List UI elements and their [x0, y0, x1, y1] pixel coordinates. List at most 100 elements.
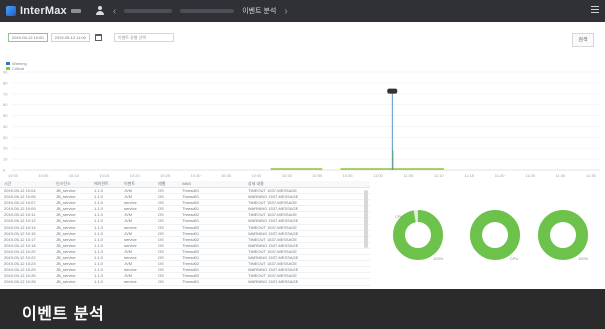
breadcrumb-item-2[interactable]	[180, 9, 235, 13]
logo-mark-icon	[6, 6, 16, 16]
x-tick-label: 10:25	[160, 173, 171, 178]
table-cell: OS	[158, 230, 164, 236]
table-cell: JB_service	[56, 224, 76, 230]
table-cell: TIMEOUT 1537-MESSAGE ...	[248, 273, 298, 279]
table-cell: WARNING 1537-MESSAGE ...	[248, 255, 298, 261]
y-tick-label: 0	[3, 168, 6, 173]
filter-bar: 2019-05-12 10:00 2019-05-12 11:00 이벤트 유형…	[8, 33, 174, 42]
table-cell: OS	[158, 212, 164, 218]
table-cell: Thread02	[182, 248, 200, 254]
donut-arc	[470, 210, 520, 260]
event-timeline-chart: Warning Critical 0 10 20 30 40 50 60 70 80 90 10:0…	[0, 60, 605, 180]
donut-arc	[393, 210, 443, 260]
table-cell: 2019-05-12 10:17	[4, 236, 36, 242]
table-scrollbar[interactable]	[364, 190, 368, 248]
calendar-icon[interactable]	[94, 34, 102, 41]
chevron-left-icon[interactable]: ‹	[113, 6, 116, 17]
table-cell: 1.1.0	[94, 236, 103, 242]
table-cell: 1.1.0	[94, 218, 103, 224]
x-tick-label: 11:20	[495, 173, 505, 178]
app-logo[interactable]: InterMax	[6, 5, 81, 17]
y-tick-label: 40	[3, 124, 8, 129]
chart-legend: Warning Critical	[6, 61, 27, 71]
column-header-level[interactable]: 레벨	[154, 181, 178, 187]
table-cell: Thread01	[182, 218, 200, 224]
table-cell: service	[124, 267, 137, 273]
column-header-event[interactable]: 이벤트	[120, 181, 154, 187]
table-cell: JB_service	[56, 206, 76, 212]
table-cell: service	[124, 242, 137, 248]
table-body: 2019-05-12 10:04 JB_service 1.1.0 JVM OS Thre…	[0, 188, 370, 286]
table-cell: Thread02	[182, 261, 200, 267]
table-cell: OS	[158, 248, 164, 254]
x-tick-label: 10:20	[130, 173, 141, 178]
breadcrumb-item-1[interactable]	[124, 9, 173, 13]
table-cell: WARNING 1537-MESSAGE ...	[248, 194, 298, 200]
table-cell: 2019-05-12 10:20	[4, 248, 36, 254]
table-row[interactable]: 2019-05-12 10:28 JB_service 1.1.0 service OS…	[0, 279, 370, 286]
table-cell: 1.1.0	[94, 230, 103, 236]
column-header-instance[interactable]: 인스턴스	[52, 181, 90, 187]
table-cell: 2019-05-12 10:07	[4, 200, 36, 206]
table-cell: 2019-05-12 10:28	[4, 279, 36, 285]
y-tick-label: 50	[3, 113, 8, 118]
event-table: 시간 인스턴스 에이전트 이벤트 레벨 WAS 상세 내용 2019-05-12…	[0, 181, 370, 289]
table-cell: JB_service	[56, 194, 76, 200]
table-cell: 2019-05-12 10:04	[4, 188, 36, 193]
table-cell: JVM	[124, 273, 132, 279]
chart-svg: 010203040506070809010:00 10:05 10:10 10:15 1…	[3, 70, 600, 178]
x-tick-label: 11:10	[434, 173, 444, 178]
table-cell: TIMEOUT 1537-MESSAGE ...	[248, 188, 298, 193]
search-button[interactable]: 검색	[572, 33, 594, 47]
column-header-time[interactable]: 시간	[0, 181, 52, 187]
table-cell: 1.1.0	[94, 267, 103, 273]
table-cell: 1.1.0	[94, 255, 103, 261]
donut-label-top: CPU	[395, 214, 404, 219]
legend-item-critical[interactable]: Critical	[6, 66, 27, 71]
hamburger-menu-icon[interactable]	[591, 6, 599, 15]
table-cell: 1.1.0	[94, 224, 103, 230]
table-cell: 1.1.0	[94, 273, 103, 279]
x-tick-label: 10:10	[69, 173, 80, 178]
table-cell: JB_service	[56, 242, 76, 248]
table-cell: 1.1.0	[94, 212, 103, 218]
table-cell: TIMEOUT 1537-MESSAGE ...	[248, 224, 298, 230]
table-cell: Thread01	[182, 279, 200, 285]
user-icon[interactable]	[95, 6, 105, 16]
table-cell: OS	[158, 194, 164, 200]
chevron-right-icon[interactable]: ›	[284, 6, 287, 17]
table-cell: 2019-05-12 10:18	[4, 242, 36, 248]
table-cell: 1.1.0	[94, 194, 103, 200]
column-header-agent[interactable]: 에이전트	[90, 181, 120, 187]
table-cell: JVM	[124, 188, 132, 193]
table-cell: JB_service	[56, 261, 76, 267]
caption-title: 이벤트 분석	[22, 304, 105, 323]
table-cell: Thread02	[182, 236, 200, 242]
x-tick-label: 11:00	[373, 173, 383, 178]
table-cell: TIMEOUT 1537-MESSAGE ...	[248, 236, 298, 242]
x-tick-label: 11:30	[556, 173, 566, 178]
event-type-select[interactable]: 이벤트 유형 선택	[113, 33, 174, 42]
table-cell: OS	[158, 267, 164, 273]
table-cell: Thread01	[182, 230, 200, 236]
table-cell: WARNING 1537-MESSAGE ...	[248, 242, 298, 248]
x-tick-label: 10:40	[251, 173, 262, 178]
table-cell: 2019-05-12 10:12	[4, 218, 36, 224]
column-header-was[interactable]: WAS	[178, 181, 208, 187]
x-tick-label: 10:00	[8, 173, 19, 178]
table-cell: JVM	[124, 230, 132, 236]
column-header-detail[interactable]: 상세 내용	[208, 181, 298, 187]
table-cell: 2019-05-12 10:26	[4, 273, 36, 279]
table-cell: WARNING 1537-MESSAGE ...	[248, 267, 298, 273]
to-date-input[interactable]: 2019-05-12 11:00	[50, 33, 90, 42]
table-cell: JB_service	[56, 273, 76, 279]
x-tick-label: 10:55	[343, 173, 354, 178]
table-cell: JB_service	[56, 212, 76, 218]
table-cell: TIMEOUT 1537-MESSAGE ...	[248, 248, 298, 254]
table-cell: WARNING 1537-MESSAGE ...	[248, 206, 298, 212]
table-cell: JVM	[124, 194, 132, 200]
table-cell: service	[124, 200, 137, 206]
table-cell: service	[124, 236, 137, 242]
table-cell: 2019-05-12 10:15	[4, 230, 36, 236]
from-date-input[interactable]: 2019-05-12 10:00	[8, 33, 48, 42]
